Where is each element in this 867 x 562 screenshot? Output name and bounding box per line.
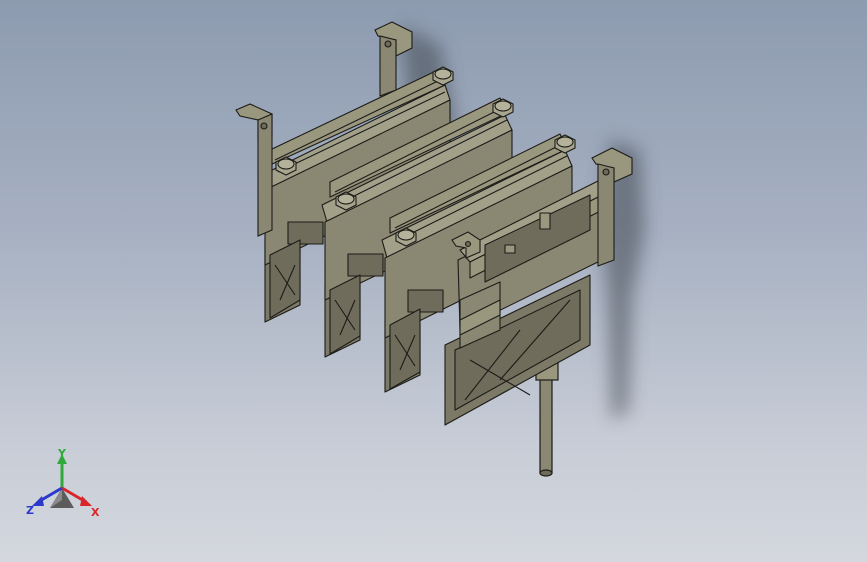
y-axis-label: Y	[57, 448, 67, 460]
mounting-bracket-left	[235, 103, 273, 237]
z-axis-label: Z	[26, 504, 34, 517]
graphics-viewport[interactable]: Y X Z	[0, 0, 867, 562]
coordinate-triad: Y X Z	[26, 448, 100, 519]
x-axis-label: X	[91, 506, 100, 519]
3d-model-contactor-assembly[interactable]	[0, 0, 867, 562]
